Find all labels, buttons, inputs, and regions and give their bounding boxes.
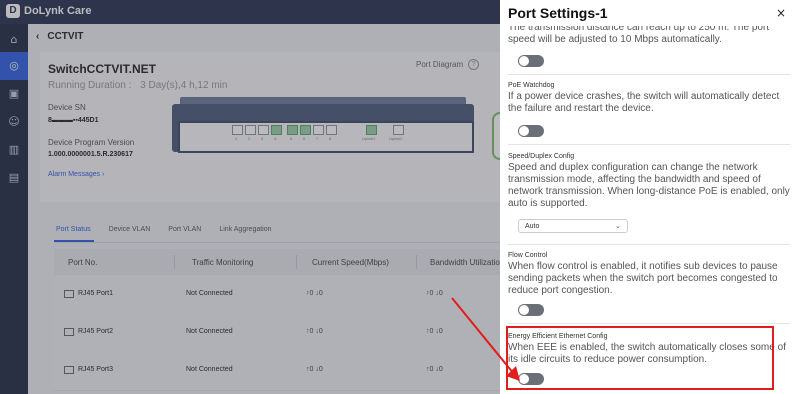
toggle-knob: [519, 56, 529, 66]
panel-title: Port Settings-1: [508, 5, 608, 21]
close-icon[interactable]: ×: [776, 6, 786, 20]
flow-control-section: Flow Control When flow control is enable…: [508, 252, 790, 297]
section-title: Speed/Duplex Config: [508, 153, 575, 160]
section-description: Speed and duplex configuration can chang…: [508, 162, 790, 209]
divider: [508, 144, 790, 145]
divider: [508, 244, 790, 245]
section-title: Flow Control: [508, 252, 548, 259]
section-description: The transmission distance can reach up t…: [508, 26, 770, 45]
highlight-box: [506, 326, 774, 390]
toggle-knob: [519, 305, 529, 315]
select-value: Auto: [525, 223, 540, 230]
chevron-down-icon: ⌄: [615, 223, 621, 230]
long-distance-poe-section: The transmission distance can reach up t…: [508, 26, 790, 46]
poe-watchdog-section: PoE Watchdog If a power device crashes, …: [508, 82, 790, 115]
long-distance-poe-toggle[interactable]: [518, 55, 544, 67]
speed-duplex-select[interactable]: Auto ⌄: [518, 219, 628, 233]
toggle-knob: [519, 126, 529, 136]
section-description: If a power device crashes, the switch wi…: [508, 91, 780, 114]
flow-control-toggle[interactable]: [518, 304, 544, 316]
divider: [508, 323, 790, 324]
section-description: When flow control is enabled, it notifie…: [508, 261, 778, 296]
speed-duplex-section: Speed/Duplex Config Speed and duplex con…: [508, 153, 790, 210]
divider: [508, 74, 790, 75]
modal-overlay[interactable]: [0, 0, 500, 394]
poe-watchdog-toggle[interactable]: [518, 125, 544, 137]
section-title: PoE Watchdog: [508, 82, 555, 89]
